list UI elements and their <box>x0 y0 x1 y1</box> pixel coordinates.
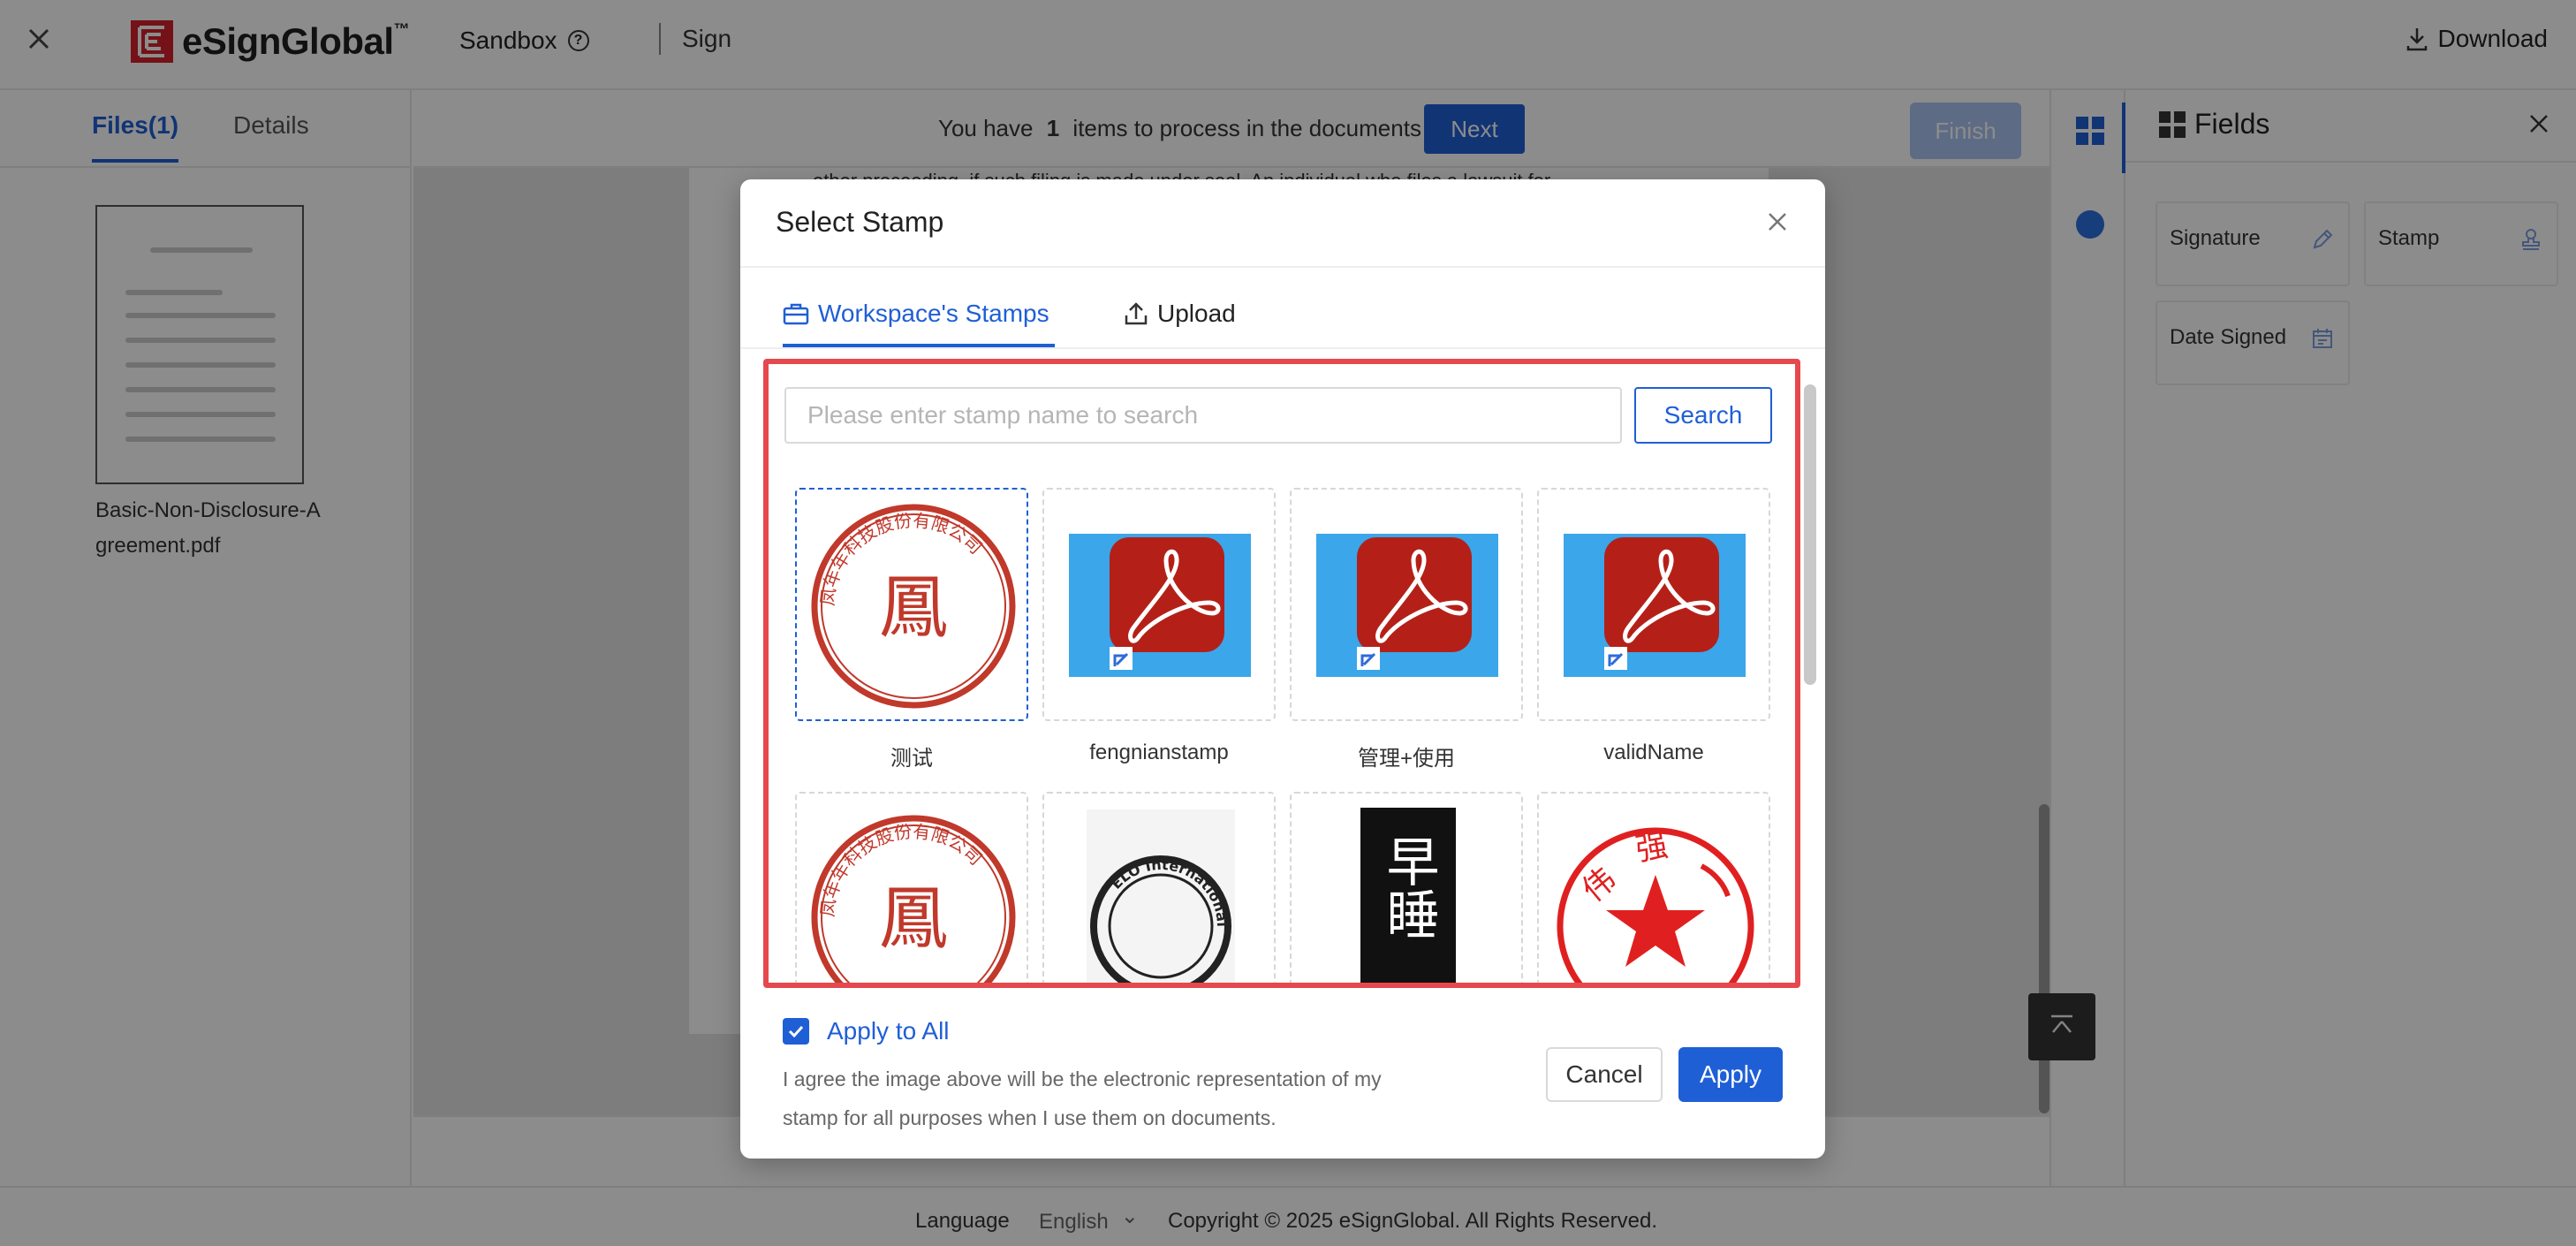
apply-to-all-label: Apply to All <box>827 1017 950 1045</box>
stamp-card[interactable]: ELO International <box>1042 792 1276 983</box>
stamp-search-input[interactable] <box>784 387 1622 444</box>
stamp-card[interactable]: 凤年年科技股份有限公司 鳳 <box>795 488 1028 721</box>
pdf-file-icon <box>1316 534 1498 677</box>
stamp-card[interactable]: 早睡 <box>1290 792 1523 983</box>
seal-char: 强 <box>1633 827 1671 869</box>
seal-center-text: 鳳 <box>879 568 948 648</box>
divider <box>740 347 1825 349</box>
pdf-file-icon <box>1069 534 1251 677</box>
cancel-button[interactable]: Cancel <box>1546 1047 1663 1102</box>
seal-center-text: 鳳 <box>879 879 948 959</box>
black-round-seal-icon: ELO International <box>1087 809 1235 983</box>
tab-label: Workspace's Stamps <box>818 300 1049 327</box>
stamp-list-scrollbar[interactable] <box>1804 384 1816 685</box>
stamp-card[interactable]: 伟 强 <box>1537 792 1770 983</box>
select-stamp-dialog: Select Stamp Workspace's Stamps Upload S… <box>740 179 1825 1159</box>
red-round-seal-icon: 凤年年科技股份有限公司 鳳 <box>811 815 1016 983</box>
consent-text: I agree the image above will be the elec… <box>783 1067 1382 1129</box>
black-vertical-seal-icon: 早睡 <box>1360 808 1456 983</box>
stamp-list-region: Search 凤年年科技股份有限公司 鳳 <box>763 359 1800 988</box>
seal-vertical-text: 早睡 <box>1377 834 1439 940</box>
search-button[interactable]: Search <box>1634 387 1772 444</box>
stamp-card[interactable] <box>1042 488 1276 721</box>
briefcase-icon <box>783 303 809 325</box>
divider <box>740 266 1825 268</box>
checkbox-checked-icon[interactable] <box>783 1018 809 1045</box>
stamp-card[interactable] <box>1290 488 1523 721</box>
red-round-seal-icon: 凤年年科技股份有限公司 鳳 <box>811 504 1016 709</box>
stamp-name: validName <box>1603 741 1704 764</box>
tab-workspace-stamps[interactable]: Workspace's Stamps <box>783 300 1049 328</box>
close-icon[interactable] <box>1765 209 1790 234</box>
stamp-name: 测试 <box>890 747 933 771</box>
tab-label: Upload <box>1157 300 1236 327</box>
pdf-file-icon <box>1564 534 1746 677</box>
stamp-card[interactable]: 凤年年科技股份有限公司 鳳 <box>795 792 1028 983</box>
tab-upload[interactable]: Upload <box>1124 300 1236 328</box>
dialog-title: Select Stamp <box>776 206 944 238</box>
apply-to-all-checkbox[interactable]: Apply to All <box>783 1017 950 1045</box>
red-star-seal-icon: 伟 强 <box>1557 827 1754 983</box>
stamp-card[interactable] <box>1537 488 1770 721</box>
upload-icon <box>1125 302 1148 325</box>
apply-button[interactable]: Apply <box>1678 1047 1783 1102</box>
stamp-name: 管理+使用 <box>1357 747 1455 771</box>
stamp-name: fengnianstamp <box>1089 741 1229 764</box>
